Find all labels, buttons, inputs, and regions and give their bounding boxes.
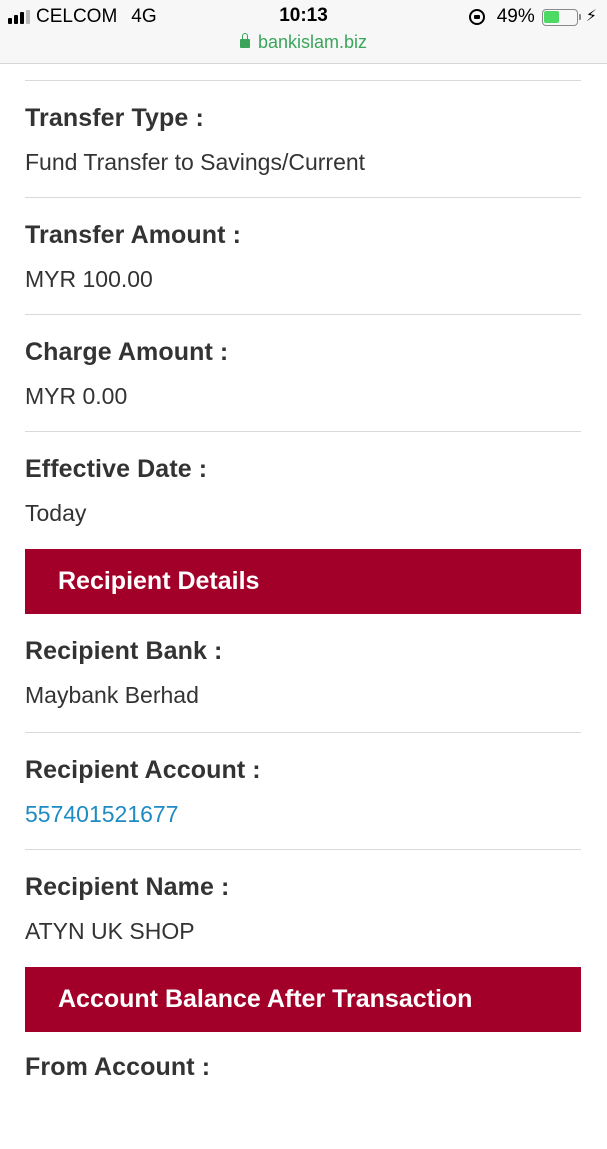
field-transfer-amount: Transfer Amount : MYR 100.00 [25, 198, 581, 315]
field-recipient-account: Recipient Account : 557401521677 [25, 733, 581, 850]
status-bar: CELCOM 4G 10:13 bankislam.biz 49% ⚡ [0, 0, 607, 64]
field-value: ATYN UK SHOP [25, 918, 195, 944]
field-from-account: From Account : [25, 1032, 581, 1149]
field-label: From Account : [25, 1053, 211, 1081]
field-label: Recipient Name : [25, 873, 230, 901]
battery-icon [541, 8, 581, 26]
rotation-lock-icon [468, 9, 485, 25]
field-recipient-name: Recipient Name : ATYN UK SHOP [25, 850, 581, 967]
battery-level [544, 11, 560, 23]
field-label: Recipient Bank : [25, 637, 223, 665]
field-value: Maybank Berhad [25, 682, 199, 708]
field-transfer-type: Transfer Type : Fund Transfer to Savings… [25, 81, 581, 198]
battery-percent: 49% [496, 6, 535, 27]
field-recipient-bank: Recipient Bank : Maybank Berhad [25, 614, 581, 733]
url-text: bankislam.biz [257, 32, 368, 52]
field-value: MYR 0.00 [25, 383, 128, 409]
charging-bolt-icon: ⚡ [585, 8, 597, 25]
field-effective-date: Effective Date : Today [25, 432, 581, 549]
recipient-account-link[interactable]: 557401521677 [25, 799, 581, 829]
field-label: Transfer Type : [25, 104, 204, 132]
recipient-details-header: Recipient Details [25, 549, 581, 614]
field-value: Fund Transfer to Savings/Current [25, 149, 366, 175]
field-value: Today [25, 500, 87, 526]
transfer-summary: Transfer Type : Fund Transfer to Savings… [25, 64, 581, 1149]
status-right: 49% ⚡ [468, 6, 597, 28]
lock-icon [239, 33, 250, 48]
field-label: Recipient Account : [25, 756, 261, 784]
field-label: Transfer Amount : [25, 221, 242, 249]
field-label: Charge Amount : [25, 338, 229, 366]
address-bar[interactable]: bankislam.biz [0, 32, 607, 53]
field-value: MYR 100.00 [25, 266, 153, 292]
divider [25, 64, 581, 81]
field-label: Effective Date : [25, 455, 208, 483]
account-balance-header: Account Balance After Transaction [25, 967, 581, 1032]
field-charge-amount: Charge Amount : MYR 0.00 [25, 315, 581, 432]
